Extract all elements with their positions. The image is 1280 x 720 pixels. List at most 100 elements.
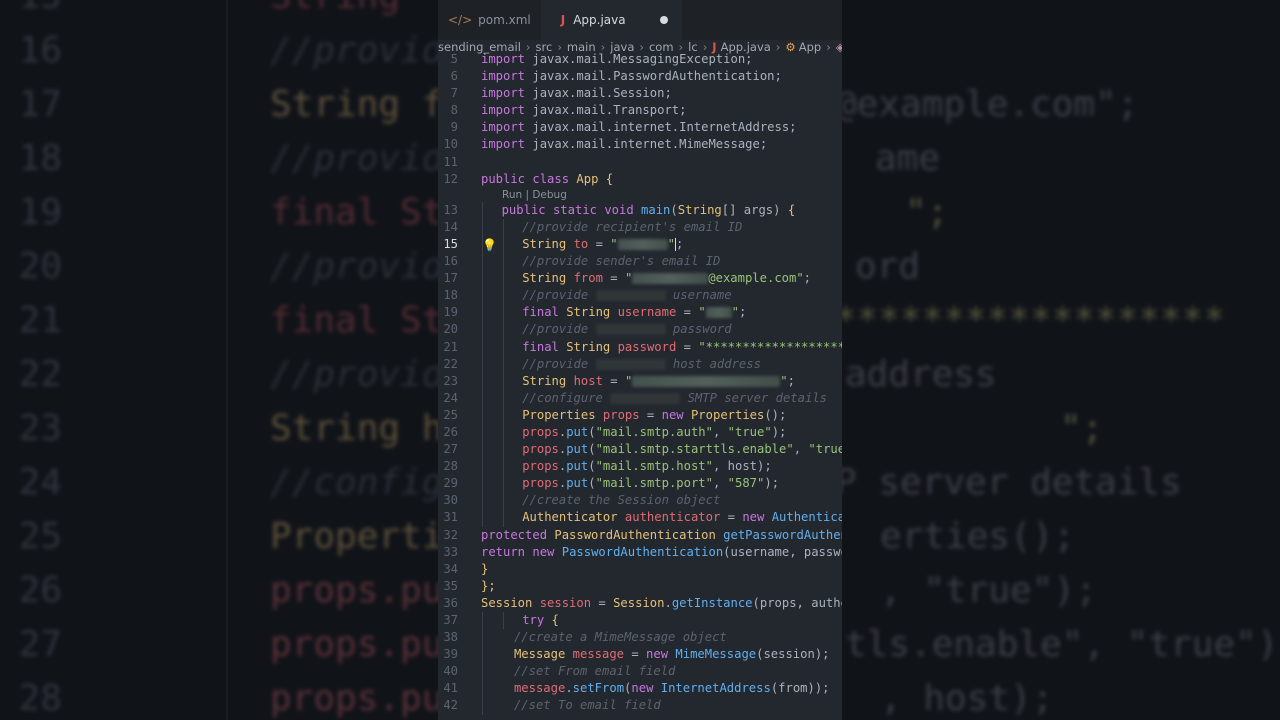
indent-guide [502,287,504,305]
code-text: //provide username [522,288,732,303]
line-number: 31 [443,510,458,525]
indent-guide [482,458,483,476]
code-line[interactable]: 20 //provide password [438,321,842,339]
line-number: 13 [443,202,458,217]
code-line[interactable]: 36 Session session = Session.getInstance(… [438,595,842,612]
line-number: 9 [450,120,458,135]
code-line[interactable]: 17 String from = " @example.com"; [438,270,842,288]
redacted-text [705,307,732,319]
code-line[interactable]: 11 [438,154,842,171]
indent-guide [482,475,483,493]
code-line[interactable]: 5 import javax.mail.MessagingException; [438,51,842,68]
code-text: //provide recipient's email ID [522,219,743,234]
code-line[interactable]: 32 protected PasswordAuthentication getPa… [438,527,842,544]
code-text: import javax.mail.MessagingException; [481,52,753,66]
indent-guide [502,612,504,630]
code-line[interactable]: 25 Properties props = new Properties(); [438,406,842,424]
code-line[interactable]: 31 Authenticator authenticator = new Auth… [438,509,842,527]
indent-guide [502,423,504,442]
indent-guide [482,304,483,322]
indent-guide [502,458,504,476]
code-text: //provide host address [522,356,761,371]
code-line[interactable]: 38 //create a MimeMessage object [438,629,842,647]
indent-guide [482,270,483,288]
code-line[interactable]: 28 props.put("mail.smtp.host", host); [438,458,842,476]
code-text: message.setFrom(new InternetAddress(from… [513,681,830,696]
code-line[interactable]: 39 Message message = new MimeMessage(sess… [438,646,842,664]
line-number: 23 [443,373,458,388]
code-line[interactable]: 24 //configure SMTP server details [438,389,842,407]
code-text: String host = " "; [522,373,795,388]
code-text: //provide sender's email ID [522,254,721,269]
indent-guide [502,270,504,288]
line-number: 29 [443,476,458,491]
line-number: 35 [443,578,458,593]
code-line[interactable]: 22 //provide host address [438,355,842,373]
line-number: 32 [443,527,458,542]
lightbulb-icon[interactable]: 💡 [482,237,497,254]
redacted-text [632,375,781,387]
code-line[interactable]: 10 import javax.mail.internet.MimeMessage… [438,136,842,153]
code-line[interactable]: 35}; [438,578,842,595]
line-number: 24 [443,390,458,405]
unsaved-indicator-icon[interactable] [659,16,668,24]
indent-guide [482,612,483,630]
line-number: 20 [443,322,458,337]
code-area[interactable]: 5 import javax.mail.MessagingException; 6 i… [438,51,842,715]
line-number: 7 [450,86,458,101]
code-line[interactable]: 6 import javax.mail.PasswordAuthenticatio… [438,68,842,85]
code-line[interactable]: 27 props.put("mail.smtp.starttls.enable",… [438,441,842,459]
code-line[interactable]: 15 💡 String to = " "; [438,235,842,254]
code-text: //configure SMTP server details [522,390,827,405]
redacted-text [595,290,666,302]
code-text: import javax.mail.PasswordAuthentication… [481,69,782,84]
line-number: 36 [443,595,458,610]
code-line[interactable]: 26 props.put("mail.smtp.auth", "true"); [438,423,842,442]
code-line[interactable]: 40 //set From email field [438,663,842,681]
tab-label: pom.xml [478,13,531,27]
code-line[interactable]: 18 //provide username [438,287,842,305]
tab-pom-xml[interactable]: </> pom.xml [438,0,541,40]
code-line[interactable]: 16 //provide sender's email ID [438,253,842,271]
indent-guide [502,475,504,493]
code-line[interactable]: 42 //set To email field [438,697,842,715]
indent-guide [482,372,483,390]
code-line[interactable]: 8 import javax.mail.Transport; [438,102,842,119]
indent-guide [482,338,483,356]
code-line[interactable]: 34} [438,561,842,578]
tab-app-java[interactable]: J App.java [540,0,682,40]
code-text: }; [481,578,496,593]
code-line[interactable]: 33 return new PasswordAuthentication(user… [438,544,842,561]
code-line[interactable]: 37 try { [438,612,842,630]
code-line[interactable]: 29 props.put("mail.smtp.port", "587"); [438,475,842,493]
indent-guide [482,646,483,664]
code-line[interactable]: 12 public class App { [438,171,842,188]
code-text: //create a MimeMessage object [513,630,727,645]
indent-guide [502,253,504,271]
code-line[interactable]: 41 message.setFrom(new InternetAddress(fr… [438,680,842,698]
code-line[interactable]: 23 String host = " "; [438,372,842,390]
code-line[interactable]: 13 public static void main(String[] args)… [438,201,842,219]
indent-guide [482,423,483,442]
indent-guide [482,680,483,698]
code-line[interactable]: 14 //provide recipient's email ID [438,218,842,236]
indent-guide [482,253,483,271]
code-line[interactable]: 9 import javax.mail.internet.InternetAddr… [438,119,842,136]
code-text: String from = " @example.com"; [522,271,812,286]
code-line[interactable]: 7 import javax.mail.Session; [438,85,842,102]
indent-guide [482,321,483,339]
code-line[interactable]: 30 //create the Session object [438,492,842,510]
code-text: } [481,561,489,576]
code-line[interactable]: 19 final String username = " "; [438,304,842,322]
indent-guide [502,218,504,236]
indent-guide [502,372,504,390]
indent-guide [502,509,504,527]
indent-guide [502,389,504,407]
indent-guide [482,629,483,647]
line-number: 18 [443,288,458,303]
code-line[interactable]: 21 final String password = "*************… [438,338,842,356]
code-text: //set To email field [513,698,661,713]
codelens-run-debug[interactable]: Run | Debug [438,188,842,202]
code-text: String to = " "; [522,236,684,251]
line-number: 28 [443,459,458,474]
